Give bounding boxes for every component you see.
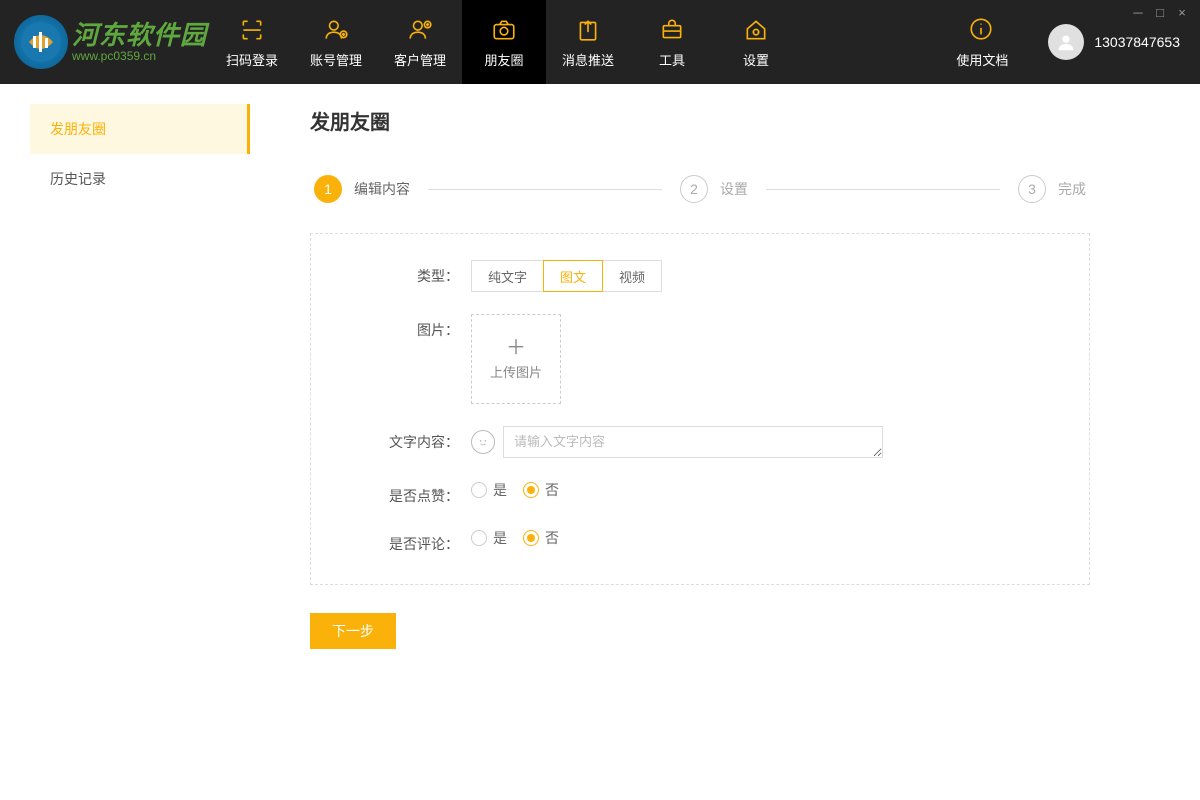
nav-tools[interactable]: 工具 [630, 0, 714, 84]
comment-no-radio[interactable]: 否 [523, 528, 559, 548]
radio-label: 否 [545, 480, 559, 500]
watermark-line2: www.pc0359.cn [72, 50, 207, 62]
sidebar-item-history[interactable]: 历史记录 [30, 154, 250, 204]
radio-icon [471, 482, 487, 498]
top-navbar: － □ × 河东软件园 www.pc0359.cn 扫码登录 账号管理 客户管理… [0, 0, 1200, 84]
nav-message-push[interactable]: 消息推送 [546, 0, 630, 84]
docs-label: 使用文档 [956, 50, 1008, 69]
type-option-text[interactable]: 纯文字 [471, 260, 544, 292]
nav-label: 工具 [659, 50, 685, 69]
content-area: 发朋友圈 1 编辑内容 2 设置 3 完成 类型： 纯文字 [250, 84, 1200, 800]
topbar-right: 使用文档 13037847653 [956, 0, 1200, 84]
watermark-text: 河东软件园 www.pc0359.cn [72, 22, 207, 62]
sidebar-item-post-moments[interactable]: 发朋友圈 [30, 104, 250, 154]
plus-icon: ＋ [506, 338, 526, 358]
step-label: 完成 [1058, 179, 1086, 199]
step-3: 3 完成 [1018, 175, 1086, 203]
label-image: 图片： [341, 314, 471, 340]
text-content-input[interactable] [503, 426, 883, 458]
nav-settings[interactable]: 设置 [714, 0, 798, 84]
radio-label: 是 [493, 480, 507, 500]
share-icon [574, 16, 602, 44]
row-like: 是否点赞： 是 否 [341, 480, 1059, 506]
house-gear-icon [742, 16, 770, 44]
nav-customer-manage[interactable]: 客户管理 [378, 0, 462, 84]
toolbox-icon [658, 16, 686, 44]
sidebar-item-label: 发朋友圈 [50, 119, 106, 139]
label-like: 是否点赞： [341, 480, 471, 506]
radio-label: 是 [493, 528, 507, 548]
account-icon [322, 16, 350, 44]
row-text-content: 文字内容： [341, 426, 1059, 458]
radio-icon [523, 530, 539, 546]
step-number: 1 [314, 175, 342, 203]
step-divider [428, 189, 662, 190]
nav-moments[interactable]: 朋友圈 [462, 0, 546, 84]
nav-label: 朋友圈 [484, 50, 523, 69]
step-indicator: 1 编辑内容 2 设置 3 完成 [310, 175, 1090, 203]
next-step-button[interactable]: 下一步 [310, 613, 396, 649]
row-image: 图片： ＋ 上传图片 [341, 314, 1059, 404]
nav-label: 账号管理 [310, 50, 362, 69]
sidebar: 发朋友圈 历史记录 [0, 84, 250, 800]
logo-icon [14, 15, 68, 69]
step-label: 编辑内容 [354, 179, 410, 199]
form-box: 类型： 纯文字 图文 视频 图片： ＋ 上传图片 文字内容： [310, 233, 1090, 585]
comment-yes-radio[interactable]: 是 [471, 528, 507, 548]
avatar[interactable] [1048, 24, 1084, 60]
step-number: 3 [1018, 175, 1046, 203]
radio-label: 否 [545, 528, 559, 548]
step-label: 设置 [720, 179, 748, 199]
radio-icon [523, 482, 539, 498]
watermark-line1: 河东软件园 [72, 22, 207, 48]
logo-area: 河东软件园 www.pc0359.cn [10, 15, 210, 69]
label-comment: 是否评论： [341, 528, 471, 554]
scan-icon [238, 16, 266, 44]
upload-label: 上传图片 [490, 362, 542, 381]
label-text-content: 文字内容： [341, 426, 471, 452]
docs-link[interactable]: 使用文档 [956, 16, 1008, 69]
like-yes-radio[interactable]: 是 [471, 480, 507, 500]
like-no-radio[interactable]: 否 [523, 480, 559, 500]
main-area: 发朋友圈 历史记录 发朋友圈 1 编辑内容 2 设置 3 完成 [0, 84, 1200, 800]
camera-icon [490, 16, 518, 44]
sidebar-item-label: 历史记录 [50, 169, 106, 189]
page-title: 发朋友圈 [310, 106, 1150, 135]
step-2: 2 设置 [680, 175, 748, 203]
upload-image-button[interactable]: ＋ 上传图片 [471, 314, 561, 404]
nav-tabs: 扫码登录 账号管理 客户管理 朋友圈 消息推送 工具 设置 [210, 0, 798, 84]
nav-label: 设置 [743, 50, 769, 69]
nav-label: 扫码登录 [226, 50, 278, 69]
nav-account-manage[interactable]: 账号管理 [294, 0, 378, 84]
nav-label: 消息推送 [562, 50, 614, 69]
label-type: 类型： [341, 260, 471, 286]
nav-scan-login[interactable]: 扫码登录 [210, 0, 294, 84]
nav-label: 客户管理 [394, 50, 446, 69]
type-option-video[interactable]: 视频 [602, 260, 662, 292]
customer-icon [406, 16, 434, 44]
username[interactable]: 13037847653 [1094, 34, 1180, 50]
type-option-image-text[interactable]: 图文 [543, 260, 603, 292]
step-1: 1 编辑内容 [314, 175, 410, 203]
step-divider [766, 189, 1000, 190]
row-type: 类型： 纯文字 图文 视频 [341, 260, 1059, 292]
docs-icon [968, 16, 996, 44]
step-number: 2 [680, 175, 708, 203]
row-comment: 是否评论： 是 否 [341, 528, 1059, 554]
emoji-picker-button[interactable] [471, 430, 495, 454]
radio-icon [471, 530, 487, 546]
